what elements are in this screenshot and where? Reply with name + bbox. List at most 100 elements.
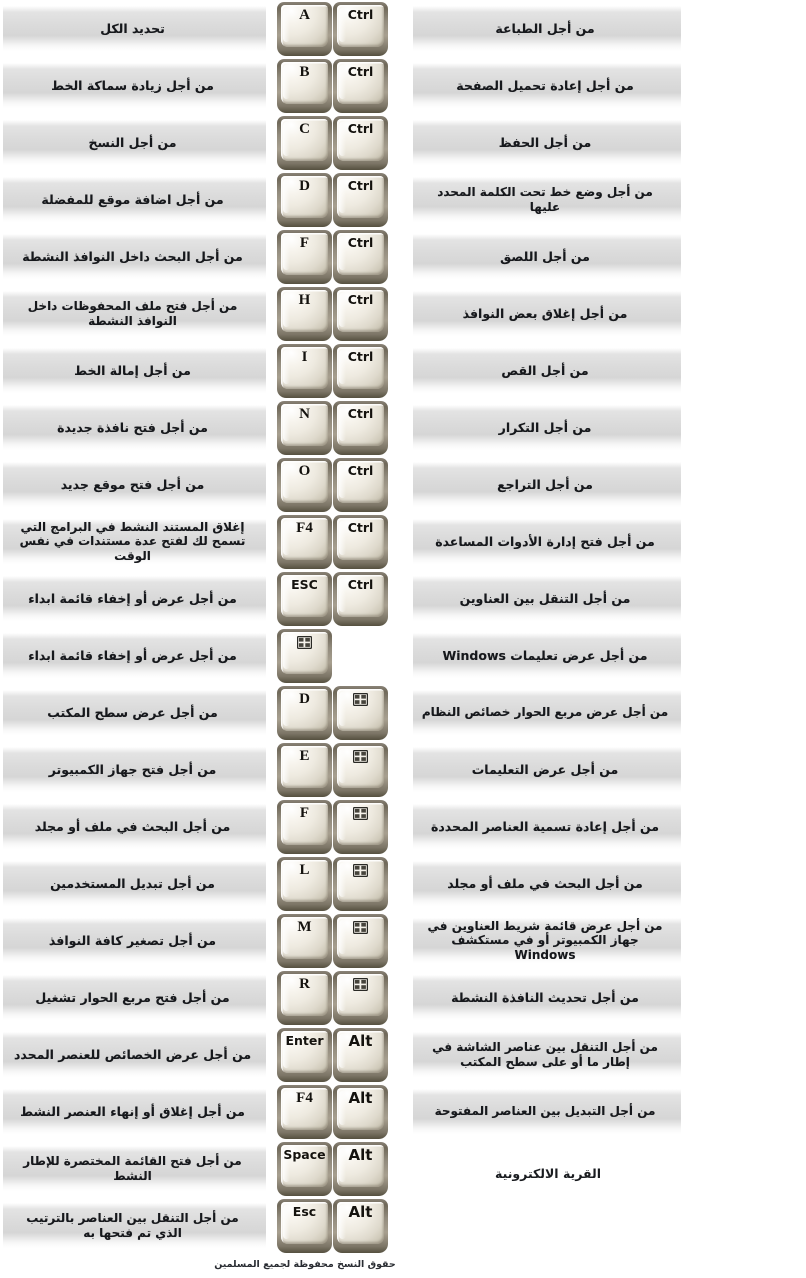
keycap-ctrl[interactable]: Ctrl <box>333 116 388 170</box>
keycap-f4[interactable]: F4 <box>277 515 332 569</box>
shortcut-description: من أجل النسخ <box>88 135 177 150</box>
keycap-esc[interactable]: Esc <box>277 1199 332 1253</box>
keycap-face: Alt <box>337 1145 384 1187</box>
shortcut-row: من أجل اللصقVCtrl <box>403 228 806 285</box>
keycap-legend: D <box>299 178 310 194</box>
keycap-ctrl[interactable]: Ctrl <box>333 2 388 56</box>
keycap-face: Esc <box>281 1202 328 1244</box>
shortcut-description: من أجل التنقل بين العناصر بالترتيب الذي … <box>26 1211 239 1240</box>
keycap-face: Ctrl <box>337 461 384 503</box>
keycap-face: H <box>281 290 328 332</box>
shortcut-description: من أجل تحديث النافذة النشطة <box>451 990 639 1005</box>
keycap-h[interactable]: H <box>277 287 332 341</box>
keycap-alt[interactable]: Alt <box>333 1142 388 1196</box>
shortcut-description: من أجل زيادة سماكة الخط <box>51 78 214 93</box>
keycap-esc[interactable]: ESC <box>277 572 332 626</box>
shortcut-description: من أجل البحث في ملف أو مجلد <box>447 876 643 891</box>
shortcut-row: تحديد الكل A Ctrl <box>0 0 403 57</box>
shortcut-description: من أجل التبديل بين العناصر المفتوحة <box>434 1104 656 1119</box>
keycap-windows[interactable] <box>333 686 388 740</box>
keycap-face: E <box>281 746 328 788</box>
keycap-e[interactable]: E <box>277 743 332 797</box>
keycap-b[interactable]: B <box>277 59 332 113</box>
keycap-i[interactable]: I <box>277 344 332 398</box>
keycap-legend: E <box>299 748 310 764</box>
keycap-face: Ctrl <box>337 518 384 560</box>
keycap-n[interactable]: N <box>277 401 332 455</box>
keycap-windows[interactable] <box>333 971 388 1025</box>
keycap-legend: F4 <box>296 1090 313 1106</box>
keycap-space[interactable]: Space <box>277 1142 332 1196</box>
keycap-ctrl[interactable]: Ctrl <box>333 344 388 398</box>
keycap-face: Ctrl <box>337 5 384 47</box>
keycap-face: F4 <box>281 1088 328 1130</box>
shortcut-description: من أجل التنقل بين العناوين <box>459 591 631 606</box>
keycap-f4[interactable]: F4 <box>277 1085 332 1139</box>
shortcut-description: من أجل التنقل بين عناصر الشاشة في إطار م… <box>432 1040 658 1069</box>
keycap-legend: F <box>299 235 310 251</box>
keycap-legend: Enter <box>285 1033 324 1048</box>
keycap-ctrl[interactable]: Ctrl <box>333 59 388 113</box>
keycap-m[interactable]: M <box>277 914 332 968</box>
shortcut-description: من أجل البحث داخل النوافذ النشطة <box>22 249 243 264</box>
keycap-f[interactable]: F <box>277 800 332 854</box>
keycap-ctrl[interactable]: Ctrl <box>333 287 388 341</box>
keycap-legend: ESC <box>291 577 318 592</box>
shortcut-row: من أجل إمالة الخط I Ctrl <box>0 342 403 399</box>
keycap-windows[interactable] <box>277 629 332 683</box>
windows-logo-icon <box>353 693 368 706</box>
keycap-ctrl[interactable]: Ctrl <box>333 572 388 626</box>
shortcut-label-bar: من أجل فتح موقع جديد <box>3 462 266 507</box>
shortcut-row: من أجل فتح موقع جديد O Ctrl <box>0 456 403 513</box>
windows-logo-icon <box>353 807 368 820</box>
keycap-alt[interactable]: Alt <box>333 1199 388 1253</box>
keycap-windows[interactable] <box>333 800 388 854</box>
shortcut-description: من أجل عرض سطح المكتب <box>47 705 218 720</box>
copyright-footer-text: حقوق النسخ محفوظة لجميع المسلمين <box>214 1259 396 1270</box>
keycap-d[interactable]: D <box>277 686 332 740</box>
shortcut-label-bar: من أجل النسخ <box>3 120 266 165</box>
shortcut-row: من أجل عرض التعليماتF1 <box>403 741 806 798</box>
keycap-legend: B <box>299 64 310 80</box>
shortcut-key-group: ESC Ctrl <box>277 572 388 626</box>
shortcut-description: من أجل فتح ملف المحفوظات داخل النوافذ ال… <box>27 299 238 328</box>
shortcut-row: من أجل إغلاق أو إنهاء العنصر النشط F4 Alt <box>0 1083 403 1140</box>
shortcut-row: من أجل فتح القائمة المختصرة للإطار النشط… <box>0 1140 403 1197</box>
keycap-ctrl[interactable]: Ctrl <box>333 173 388 227</box>
shortcut-label-bar: من أجل التنقل بين عناصر الشاشة في إطار م… <box>413 1032 681 1077</box>
keycap-alt[interactable]: Alt <box>333 1028 388 1082</box>
shortcut-key-group: R <box>277 971 388 1025</box>
shortcut-label-bar: من أجل عرض سطح المكتب <box>3 690 266 735</box>
keycap-face: Ctrl <box>337 62 384 104</box>
shortcut-description: من أجل إغلاق بعض النوافذ <box>462 306 628 321</box>
keycap-enter[interactable]: Enter <box>277 1028 332 1082</box>
shortcut-row: من أجل فتح جهاز الكمبيوتر E <box>0 741 403 798</box>
keycap-face: Alt <box>337 1031 384 1073</box>
keycap-ctrl[interactable]: Ctrl <box>333 401 388 455</box>
keycap-ctrl[interactable]: Ctrl <box>333 458 388 512</box>
shortcut-description: من أجل القص <box>501 363 589 378</box>
keycap-face: L <box>281 860 328 902</box>
shortcut-key-group: D Ctrl <box>277 173 388 227</box>
keycap-windows[interactable] <box>333 914 388 968</box>
shortcut-row: من أجل تصغير كافة النوافذ M <box>0 912 403 969</box>
keycap-c[interactable]: C <box>277 116 332 170</box>
keycap-windows[interactable] <box>333 857 388 911</box>
shortcut-description: من أجل فتح إدارة الأدوات المساعدة <box>435 534 655 549</box>
keycap-alt[interactable]: Alt <box>333 1085 388 1139</box>
keycap-face: Ctrl <box>337 233 384 275</box>
keycap-windows[interactable] <box>333 743 388 797</box>
keycap-l[interactable]: L <box>277 857 332 911</box>
keycap-ctrl[interactable]: Ctrl <box>333 230 388 284</box>
keycap-legend: Ctrl <box>347 121 374 136</box>
shortcut-row: من أجل التبديل بين العناصر المفتوحةTabAl… <box>403 1083 806 1140</box>
keycap-ctrl[interactable]: Ctrl <box>333 515 388 569</box>
keycap-r[interactable]: R <box>277 971 332 1025</box>
shortcut-label-bar: من أجل عرض أو إخفاء قائمة ابداء <box>3 633 266 678</box>
keycap-d[interactable]: D <box>277 173 332 227</box>
keycap-o[interactable]: O <box>277 458 332 512</box>
keycap-a[interactable]: A <box>277 2 332 56</box>
keycap-f[interactable]: F <box>277 230 332 284</box>
shortcut-row: من أجل البحث في ملف أو مجلدF3 <box>403 855 806 912</box>
shortcut-row: من أجل البحث في ملف أو مجلد F <box>0 798 403 855</box>
